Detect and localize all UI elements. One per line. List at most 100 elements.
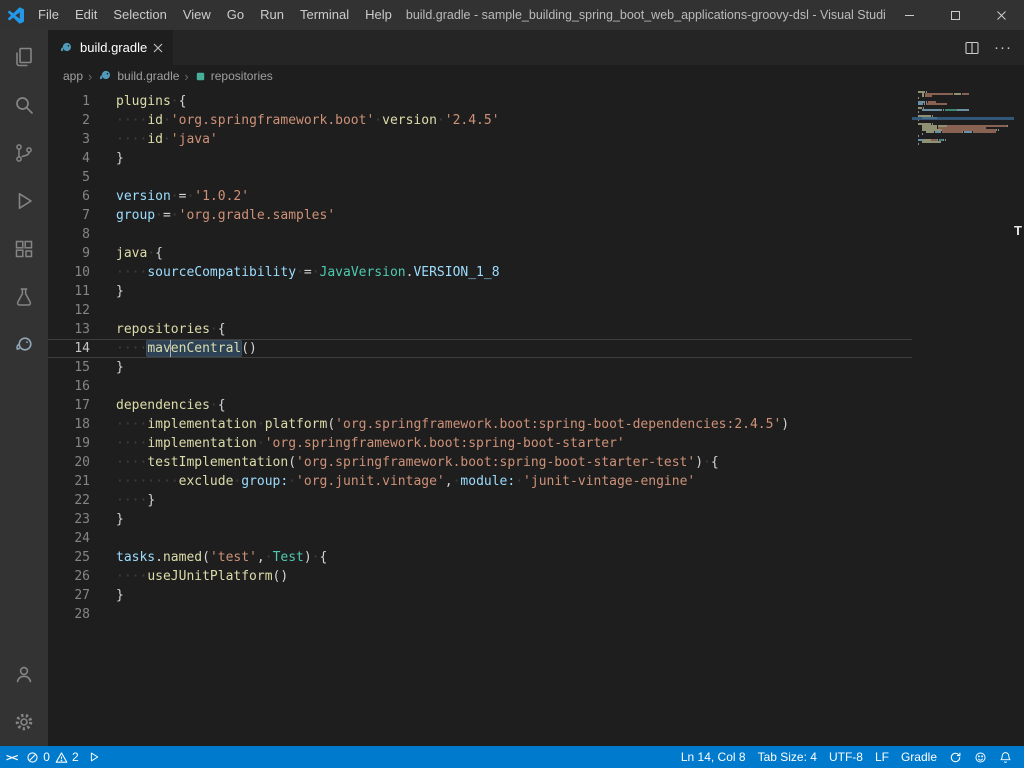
breadcrumb-item-app[interactable]: app	[63, 69, 83, 83]
code-line[interactable]: 4}	[48, 149, 912, 168]
status-warnings[interactable]: 2	[52, 746, 82, 768]
menu-view[interactable]: View	[175, 0, 219, 30]
code-line[interactable]: 12	[48, 301, 912, 320]
code-line[interactable]: 27}	[48, 586, 912, 605]
line-number[interactable]: 11	[48, 282, 116, 301]
status-task[interactable]	[82, 746, 106, 768]
code-line[interactable]: 2····id·'org.springframework.boot'·versi…	[48, 111, 912, 130]
line-number[interactable]: 2	[48, 111, 116, 130]
status-encoding[interactable]: UTF-8	[823, 746, 869, 768]
activitybar-gradle[interactable]	[0, 321, 48, 369]
line-number[interactable]: 20	[48, 453, 116, 472]
tab-build-gradle[interactable]: build.gradle	[48, 30, 173, 65]
line-number[interactable]: 15	[48, 358, 116, 377]
code-line[interactable]: 3····id·'java'	[48, 130, 912, 149]
code-line[interactable]: 9java·{	[48, 244, 912, 263]
line-number[interactable]: 27	[48, 586, 116, 605]
line-number[interactable]: 4	[48, 149, 116, 168]
code-line[interactable]: 16	[48, 377, 912, 396]
activitybar-testing[interactable]	[0, 273, 48, 321]
status-errors[interactable]: 0	[23, 746, 52, 768]
breadcrumb-item-repositories[interactable]: repositories	[194, 69, 273, 83]
menu-selection[interactable]: Selection	[105, 0, 174, 30]
code-line[interactable]: 14····mavenCentral()	[48, 339, 912, 358]
status-remote[interactable]: ><	[0, 746, 23, 768]
menu-edit[interactable]: Edit	[67, 0, 105, 30]
activitybar-settings[interactable]	[0, 698, 48, 746]
split-editor-icon[interactable]	[964, 40, 980, 56]
menu-file[interactable]: File	[30, 0, 67, 30]
status-language-mode[interactable]: Gradle	[895, 746, 943, 768]
line-number[interactable]: 6	[48, 187, 116, 206]
code-line[interactable]: 22····}	[48, 491, 912, 510]
code-line[interactable]: 8	[48, 225, 912, 244]
status-feedback[interactable]	[968, 746, 993, 768]
minimize-button[interactable]	[886, 0, 932, 30]
code-line[interactable]: 18····implementation·platform('org.sprin…	[48, 415, 912, 434]
line-number[interactable]: 19	[48, 434, 116, 453]
line-number[interactable]: 5	[48, 168, 116, 187]
activitybar-accounts[interactable]	[0, 650, 48, 698]
code-line[interactable]: 28	[48, 605, 912, 624]
line-number[interactable]: 28	[48, 605, 116, 624]
status-tab-size[interactable]: Tab Size: 4	[752, 746, 823, 768]
breadcrumb-item-build-gradle[interactable]: build.gradle	[97, 68, 179, 84]
code-line[interactable]: 25tasks.named('test',·Test)·{	[48, 548, 912, 567]
line-number[interactable]: 9	[48, 244, 116, 263]
code-line[interactable]: 20····testImplementation('org.springfram…	[48, 453, 912, 472]
code-line[interactable]: 11}	[48, 282, 912, 301]
minimap-current-line	[912, 117, 1014, 120]
minimap[interactable]	[912, 87, 1024, 746]
activitybar-run-debug[interactable]	[0, 177, 48, 225]
line-number[interactable]: 8	[48, 225, 116, 244]
status-sync[interactable]	[943, 746, 968, 768]
run-icon	[88, 751, 100, 763]
status-notifications[interactable]	[993, 746, 1018, 768]
line-number[interactable]: 24	[48, 529, 116, 548]
line-number[interactable]: 25	[48, 548, 116, 567]
line-number[interactable]: 21	[48, 472, 116, 491]
line-number[interactable]: 7	[48, 206, 116, 225]
line-number[interactable]: 1	[48, 92, 116, 111]
line-number[interactable]: 22	[48, 491, 116, 510]
line-number[interactable]: 26	[48, 567, 116, 586]
code-line[interactable]: 19····implementation·'org.springframewor…	[48, 434, 912, 453]
menu-run[interactable]: Run	[252, 0, 292, 30]
code-line[interactable]: 15}	[48, 358, 912, 377]
line-number[interactable]: 23	[48, 510, 116, 529]
line-number[interactable]: 16	[48, 377, 116, 396]
code-line[interactable]: 24	[48, 529, 912, 548]
line-number[interactable]: 13	[48, 320, 116, 339]
line-content: ····id·'java'	[116, 130, 912, 149]
code-line[interactable]: 1plugins·{	[48, 92, 912, 111]
code-line[interactable]: 10····sourceCompatibility·=·JavaVersion.…	[48, 263, 912, 282]
close-button[interactable]	[978, 0, 1024, 30]
line-number[interactable]: 18	[48, 415, 116, 434]
status-eol[interactable]: LF	[869, 746, 895, 768]
menu-help[interactable]: Help	[357, 0, 400, 30]
code-line[interactable]: 23}	[48, 510, 912, 529]
activitybar-search[interactable]	[0, 81, 48, 129]
activitybar-extensions[interactable]	[0, 225, 48, 273]
code-area[interactable]: 1plugins·{2····id·'org.springframework.b…	[48, 87, 912, 746]
line-number[interactable]: 12	[48, 301, 116, 320]
menu-terminal[interactable]: Terminal	[292, 0, 357, 30]
code-line[interactable]: 13repositories·{	[48, 320, 912, 339]
code-line[interactable]: 5	[48, 168, 912, 187]
maximize-button[interactable]	[932, 0, 978, 30]
code-line[interactable]: 6version·=·'1.0.2'	[48, 187, 912, 206]
line-number[interactable]: 10	[48, 263, 116, 282]
menu-go[interactable]: Go	[219, 0, 252, 30]
line-number[interactable]: 3	[48, 130, 116, 149]
code-line[interactable]: 7group·=·'org.gradle.samples'	[48, 206, 912, 225]
close-tab-icon[interactable]	[153, 43, 163, 53]
code-line[interactable]: 21········exclude·group:·'org.junit.vint…	[48, 472, 912, 491]
code-line[interactable]: 26····useJUnitPlatform()	[48, 567, 912, 586]
activitybar-source-control[interactable]	[0, 129, 48, 177]
more-actions-icon[interactable]: ···	[994, 39, 1012, 56]
code-line[interactable]: 17dependencies·{	[48, 396, 912, 415]
line-number[interactable]: 14	[48, 339, 116, 358]
status-cursor-position[interactable]: Ln 14, Col 8	[675, 746, 752, 768]
activitybar-explorer[interactable]	[0, 33, 48, 81]
line-number[interactable]: 17	[48, 396, 116, 415]
